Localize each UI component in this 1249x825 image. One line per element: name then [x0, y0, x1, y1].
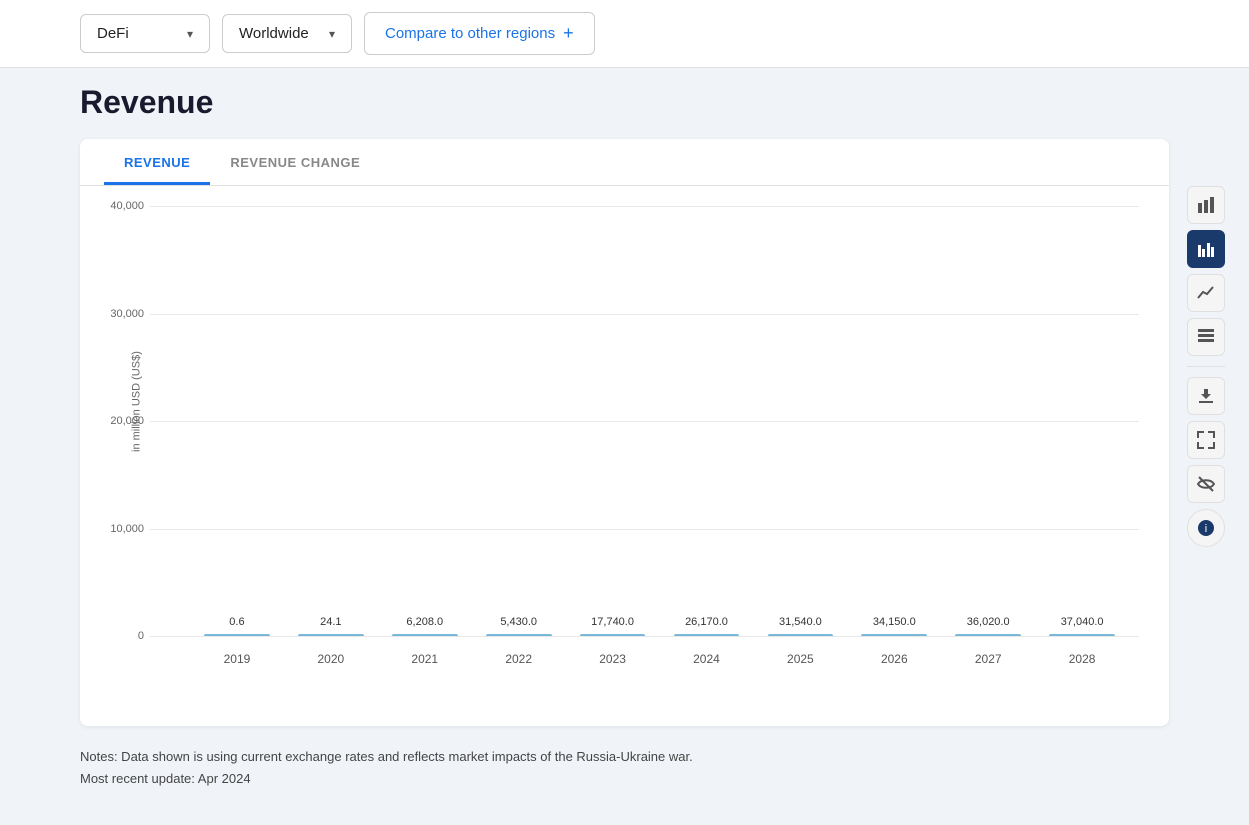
x-label-2022: 2022 — [472, 652, 566, 666]
y-tick-40000: 40,000 — [110, 200, 144, 212]
bar-group-2024: 26,170.0 — [660, 616, 754, 636]
category-chevron-icon: ▾ — [187, 27, 193, 41]
y-tick-10000: 10,000 — [110, 523, 144, 535]
bar-2021[interactable] — [392, 634, 458, 636]
bar-group-2020: 24.1 — [284, 616, 378, 636]
bar-value-2023: 17,740.0 — [591, 616, 634, 628]
category-label: DeFi — [97, 25, 129, 42]
tab-revenue[interactable]: REVENUE — [104, 139, 210, 185]
bar-value-2019: 0.6 — [229, 616, 244, 628]
x-label-2019: 2019 — [190, 652, 284, 666]
bar-group-2021: 6,208.0 — [378, 616, 472, 636]
bar-value-2028: 37,040.0 — [1061, 616, 1104, 628]
bar-chart-grouped-btn[interactable] — [1187, 230, 1225, 268]
bar-value-2027: 36,020.0 — [967, 616, 1010, 628]
svg-text:i: i — [1205, 523, 1207, 535]
toolbar-divider-1 — [1187, 366, 1225, 367]
x-axis-labels: 2019202020212022202320242025202620272028 — [180, 652, 1139, 666]
y-tick-20000: 20,000 — [110, 415, 144, 427]
bar-value-2025: 31,540.0 — [779, 616, 822, 628]
bar-group-2022: 5,430.0 — [472, 616, 566, 636]
bar-2028[interactable] — [1049, 634, 1115, 636]
bar-2022[interactable] — [486, 634, 552, 636]
chart-inner: 40,000 30,000 20,000 10,000 0 — [150, 206, 1139, 666]
table-btn[interactable] — [1187, 318, 1225, 356]
bar-2026[interactable] — [861, 634, 927, 636]
bar-2023[interactable] — [580, 634, 646, 636]
bar-group-2027: 36,020.0 — [941, 616, 1035, 636]
x-label-2025: 2025 — [753, 652, 847, 666]
download-btn[interactable] — [1187, 377, 1225, 415]
bar-2027[interactable] — [955, 634, 1021, 636]
notes-line1: Notes: Data shown is using current excha… — [80, 746, 1169, 768]
bar-value-2026: 34,150.0 — [873, 616, 916, 628]
region-label: Worldwide — [239, 25, 309, 42]
tabs: REVENUE REVENUE CHANGE — [80, 139, 1169, 186]
expand-btn[interactable] — [1187, 421, 1225, 459]
bar-group-2023: 17,740.0 — [566, 616, 660, 636]
notes-section: Notes: Data shown is using current excha… — [0, 736, 1249, 790]
compare-label: Compare to other regions — [385, 25, 555, 42]
side-toolbar: i — [1187, 186, 1225, 547]
bar-chart-icon-btn[interactable] — [1187, 186, 1225, 224]
bar-value-2024: 26,170.0 — [685, 616, 728, 628]
line-chart-btn[interactable] — [1187, 274, 1225, 312]
x-label-2021: 2021 — [378, 652, 472, 666]
x-label-2024: 2024 — [660, 652, 754, 666]
x-label-2020: 2020 — [284, 652, 378, 666]
page-title: Revenue — [80, 84, 1169, 121]
bar-value-2022: 5,430.0 — [500, 616, 537, 628]
tab-revenue-change[interactable]: REVENUE CHANGE — [210, 139, 380, 185]
bar-2024[interactable] — [674, 634, 740, 636]
x-label-2028: 2028 — [1035, 652, 1129, 666]
bar-group-2026: 34,150.0 — [847, 616, 941, 636]
bar-2020[interactable] — [298, 634, 364, 636]
plus-icon: + — [563, 23, 574, 44]
hide-btn[interactable] — [1187, 465, 1225, 503]
compare-button[interactable]: Compare to other regions + — [364, 12, 595, 55]
region-dropdown[interactable]: Worldwide ▾ — [222, 14, 352, 53]
y-tick-30000: 30,000 — [110, 308, 144, 320]
top-bar: DeFi ▾ Worldwide ▾ Compare to other regi… — [0, 0, 1249, 68]
page-title-bar: Revenue — [0, 68, 1249, 129]
notes-line2: Most recent update: Apr 2024 — [80, 768, 1169, 790]
chart-card: REVENUE REVENUE CHANGE in million USD (U… — [80, 139, 1169, 726]
x-label-2026: 2026 — [847, 652, 941, 666]
bar-group-2028: 37,040.0 — [1035, 616, 1129, 636]
bar-value-2021: 6,208.0 — [406, 616, 443, 628]
bars-container: 0.6 24.1 6,208.0 5,430.0 17,740.0 26,170.0 31,… — [180, 206, 1139, 636]
y-tick-0: 0 — [138, 630, 144, 642]
bar-group-2019: 0.6 — [190, 616, 284, 636]
y-axis-label: in million USD (US$) — [130, 351, 142, 452]
bar-2019[interactable] — [204, 634, 270, 636]
x-label-2023: 2023 — [566, 652, 660, 666]
category-dropdown[interactable]: DeFi ▾ — [80, 14, 210, 53]
bar-group-2025: 31,540.0 — [753, 616, 847, 636]
x-label-2027: 2027 — [941, 652, 1035, 666]
chart-area: in million USD (US$) 40,000 30,000 20,00… — [80, 186, 1169, 706]
bar-value-2020: 24.1 — [320, 616, 341, 628]
info-btn[interactable]: i — [1187, 509, 1225, 547]
region-chevron-icon: ▾ — [329, 27, 335, 41]
bar-2025[interactable] — [768, 634, 834, 636]
